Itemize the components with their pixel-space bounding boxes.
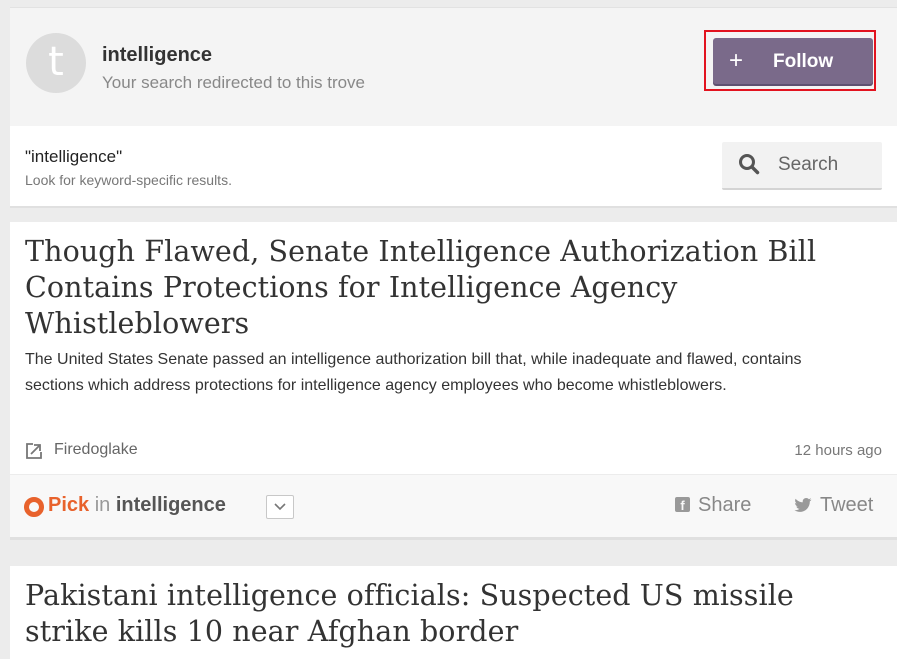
tweet-label: Tweet: [820, 494, 874, 516]
plus-icon: +: [729, 47, 744, 74]
article-card: Pakistani intelligence officials: Suspec…: [10, 566, 897, 659]
trove-subtitle: Your search redirected to this trove: [102, 73, 366, 92]
pick-icon[interactable]: [24, 497, 44, 517]
trove-title: intelligence: [102, 44, 213, 66]
article-action-bar: Pick in intelligence f Share Tweet: [10, 474, 897, 540]
article-title[interactable]: Though Flawed, Senate Intelligence Autho…: [25, 234, 865, 342]
search-label: Search: [778, 154, 839, 175]
external-link-icon: [26, 443, 42, 459]
pick-in-text: in: [94, 494, 111, 516]
twitter-icon: [794, 498, 812, 512]
article-card: Though Flawed, Senate Intelligence Autho…: [10, 222, 897, 540]
trove-avatar: t: [26, 33, 86, 93]
article-source-link[interactable]: Firedoglake: [54, 441, 138, 459]
share-label: Share: [698, 494, 752, 516]
pick-button[interactable]: Pick: [48, 494, 89, 516]
follow-label: Follow: [773, 51, 834, 72]
page: t intelligence Your search redirected to…: [0, 0, 897, 659]
search-icon: [739, 154, 760, 175]
article-title[interactable]: Pakistani intelligence officials: Suspec…: [25, 578, 865, 650]
pick-trove-dropdown[interactable]: [266, 495, 294, 519]
search-button[interactable]: Search: [722, 142, 882, 190]
pick-trove-name: intelligence: [115, 494, 226, 516]
facebook-icon: f: [675, 497, 690, 513]
share-button[interactable]: f Share: [675, 494, 751, 517]
keyword-hint: Look for keyword-specific results.: [25, 172, 232, 188]
tweet-button[interactable]: Tweet: [794, 494, 873, 517]
keyword-search-bar: "intelligence" Look for keyword-specific…: [10, 126, 897, 208]
follow-button[interactable]: + Follow: [713, 38, 873, 84]
chevron-down-icon: [274, 503, 286, 511]
keyword-query: "intelligence": [25, 147, 123, 166]
article-source-row: Firedoglake 12 hours ago: [25, 440, 882, 464]
article-summary: The United States Senate passed an intel…: [25, 351, 802, 394]
pick-control: Pick in intelligence: [48, 494, 226, 517]
article-timestamp: 12 hours ago: [794, 442, 882, 459]
